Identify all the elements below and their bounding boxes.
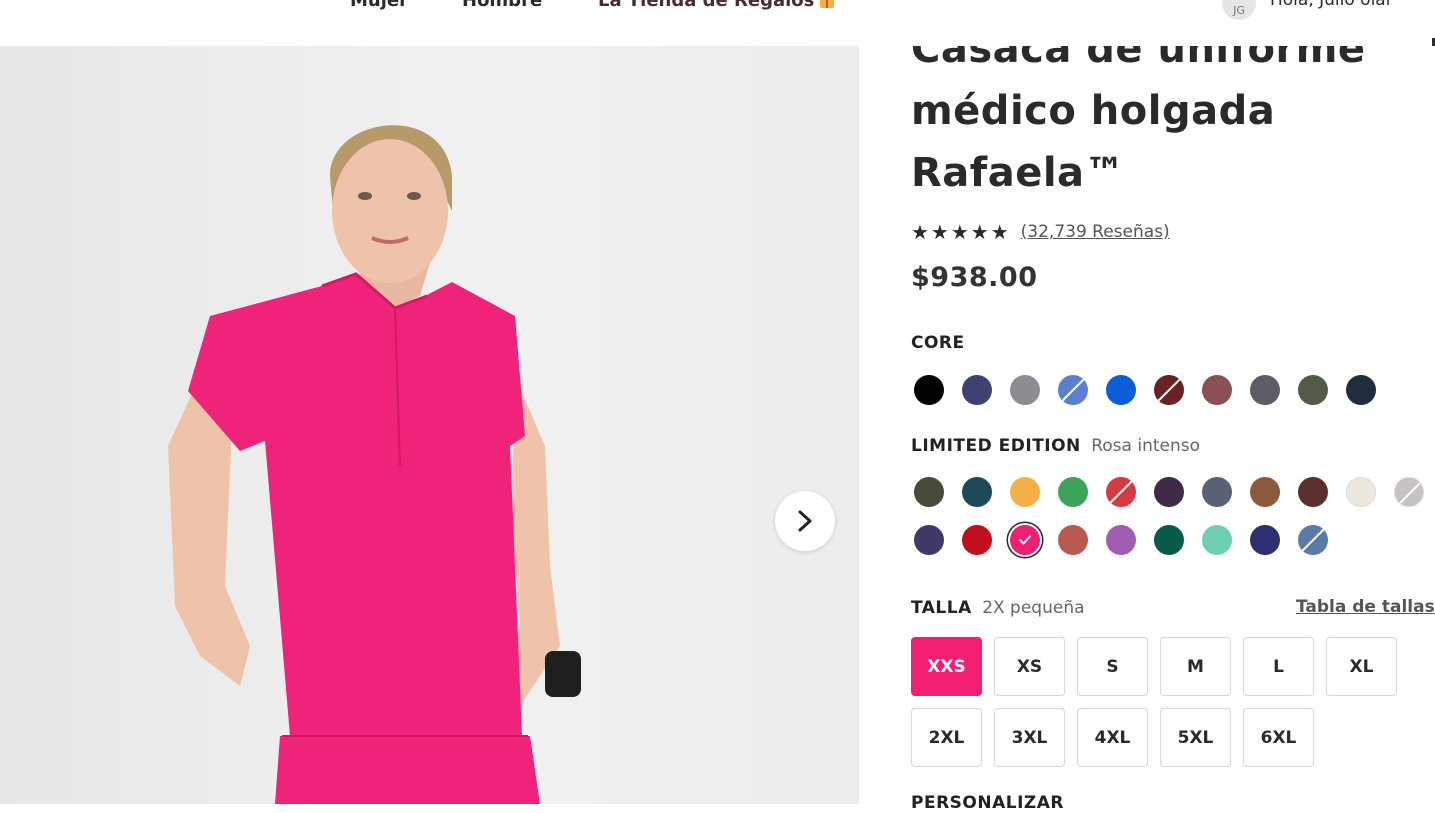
nav-men-link[interactable]: Hombre xyxy=(462,0,542,11)
crimson-swatch[interactable] xyxy=(962,525,992,555)
mauve-swatch[interactable] xyxy=(1202,375,1232,405)
product-image xyxy=(168,125,581,804)
personalize-label: PERSONALIZAR xyxy=(911,793,1064,813)
two-tone-divider xyxy=(1155,375,1183,404)
checkmark-icon xyxy=(1010,525,1040,555)
green-swatch[interactable] xyxy=(1058,477,1088,507)
size-option-3xl[interactable]: 3XL xyxy=(994,708,1065,767)
brown-swatch[interactable] xyxy=(1250,477,1280,507)
espresso-swatch[interactable] xyxy=(1298,477,1328,507)
mango-swatch[interactable] xyxy=(1010,477,1040,507)
star-rating-icon: ★★★★★ xyxy=(911,220,1011,244)
two-tone-divider xyxy=(1107,477,1135,506)
black-swatch[interactable] xyxy=(914,375,944,405)
size-option-xs[interactable]: XS xyxy=(994,637,1065,696)
light-gray-two-tone-swatch[interactable] xyxy=(1394,477,1424,507)
size-heading: TALLA xyxy=(911,598,972,618)
mint-swatch[interactable] xyxy=(1202,525,1232,555)
royal-blue-swatch[interactable] xyxy=(1106,375,1136,405)
nav-women-link[interactable]: Mujer xyxy=(350,0,408,11)
dark-olive-swatch[interactable] xyxy=(914,477,944,507)
top-nav: Mujer Hombre La Tienda de Regalos JG Hol… xyxy=(0,0,1435,46)
plum-swatch[interactable] xyxy=(1154,477,1184,507)
burgundy-two-tone-swatch[interactable] xyxy=(1154,375,1184,405)
blue-two-tone-swatch[interactable] xyxy=(1058,375,1088,405)
orchid-swatch[interactable] xyxy=(1106,525,1136,555)
slate-swatch[interactable] xyxy=(1202,477,1232,507)
gift-icon xyxy=(820,0,835,8)
nav-gift-store-link[interactable]: La Tienda de Regalos xyxy=(598,0,835,11)
user-greeting[interactable]: Hola, Julio olar xyxy=(1270,0,1393,10)
cream-swatch[interactable] xyxy=(1346,477,1376,507)
size-option-l[interactable]: L xyxy=(1243,637,1314,696)
indigo-swatch[interactable] xyxy=(914,525,944,555)
product-rating: ★★★★★ (32,739 Reseñas) xyxy=(911,220,1170,244)
charcoal-swatch[interactable] xyxy=(1250,375,1280,405)
gray-swatch[interactable] xyxy=(1010,375,1040,405)
product-price: $938.00 xyxy=(911,262,1038,293)
reviews-link[interactable]: (32,739 Reseñas) xyxy=(1021,222,1170,242)
forest-teal-swatch[interactable] xyxy=(1154,525,1184,555)
size-label: TALLA 2X pequeña xyxy=(911,598,1085,618)
olive-swatch[interactable] xyxy=(1298,375,1328,405)
core-colors-label: CORE xyxy=(911,333,965,353)
chevron-right-icon xyxy=(798,510,812,532)
limited-edition-label: LIMITED EDITION Rosa intenso xyxy=(911,436,1200,456)
nav-gift-store-label: La Tienda de Regalos xyxy=(598,0,815,11)
two-tone-divider xyxy=(1299,525,1327,554)
selected-size-name: 2X pequeña xyxy=(982,598,1085,618)
size-option-xl[interactable]: XL xyxy=(1326,637,1397,696)
royal-navy-swatch[interactable] xyxy=(1250,525,1280,555)
size-option-5xl[interactable]: 5XL xyxy=(1160,708,1231,767)
navy-swatch[interactable] xyxy=(962,375,992,405)
size-guide-link[interactable]: Tabla de tallas xyxy=(1296,597,1435,617)
selected-color-name: Rosa intenso xyxy=(1091,436,1201,456)
limited-edition-heading: LIMITED EDITION xyxy=(911,436,1081,456)
steel-blue-two-tone-swatch[interactable] xyxy=(1298,525,1328,555)
size-option-xxs[interactable]: XXS xyxy=(911,637,982,696)
size-option-6xl[interactable]: 6XL xyxy=(1243,708,1314,767)
hot-pink-swatch[interactable] xyxy=(1010,525,1040,555)
dark-navy-swatch[interactable] xyxy=(1346,375,1376,405)
product-gallery xyxy=(0,46,859,804)
size-option-4xl[interactable]: 4XL xyxy=(1077,708,1148,767)
teal-swatch[interactable] xyxy=(962,477,992,507)
avatar[interactable]: JG xyxy=(1222,0,1256,20)
reviews-count[interactable]: (32,739 Reseñas) xyxy=(1021,222,1170,242)
two-tone-divider xyxy=(1396,478,1423,506)
two-tone-divider xyxy=(1059,375,1087,404)
terracotta-swatch[interactable] xyxy=(1058,525,1088,555)
next-image-button[interactable] xyxy=(775,491,835,551)
size-option-m[interactable]: M xyxy=(1160,637,1231,696)
size-option-s[interactable]: S xyxy=(1077,637,1148,696)
size-option-2xl[interactable]: 2XL xyxy=(911,708,982,767)
red-two-tone-swatch[interactable] xyxy=(1106,477,1136,507)
